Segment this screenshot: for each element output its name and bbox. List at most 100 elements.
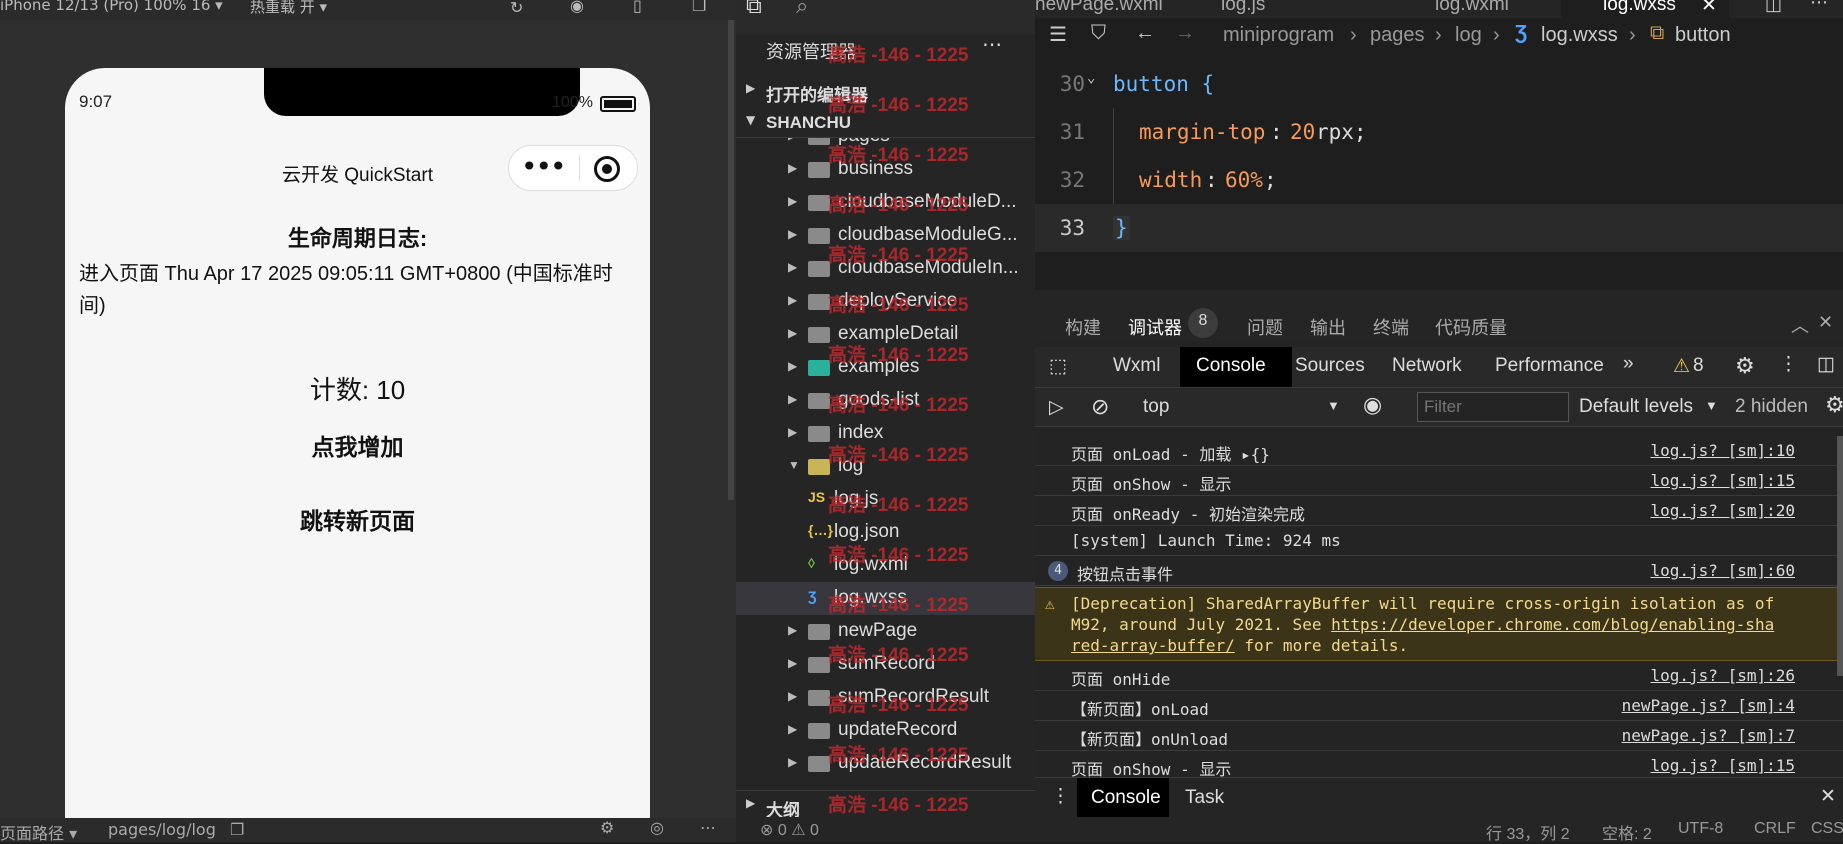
clear-console-icon[interactable]: ⊘ (1091, 394, 1109, 420)
page-path-label[interactable]: 页面路径 ▾ (0, 820, 77, 844)
close-miniprogram-icon[interactable] (594, 156, 620, 182)
log-levels-select[interactable]: Default levels ▼ (1575, 392, 1725, 422)
settings-icon[interactable]: ⚙ (600, 818, 614, 837)
more-icon[interactable]: ⋯ (1810, 0, 1828, 13)
tab-log-js[interactable]: log.js (1221, 0, 1265, 16)
more-icon[interactable]: ••• (521, 150, 567, 183)
sidebar-toggle-icon[interactable]: ▷ (1049, 396, 1064, 419)
refresh-icon[interactable]: ↻ (510, 0, 523, 17)
capsule-menu[interactable]: ••• (508, 145, 638, 191)
tree-folder-item[interactable]: ▶ business (736, 153, 1035, 186)
tree-folder-item[interactable]: ▶ deployService (736, 285, 1035, 318)
inspect-icon[interactable]: ⬚ (1049, 355, 1067, 378)
warning-count[interactable]: 8 (1693, 355, 1704, 377)
project-section[interactable]: ▼ SHANCHU (736, 108, 1035, 138)
more-icon[interactable]: ⋯ (700, 818, 716, 837)
outline-section[interactable]: ▶ 大纲 (736, 790, 1035, 820)
tab-code-quality[interactable]: 代码质量 (1435, 314, 1507, 340)
tree-file-item[interactable]: ◊ log.wxml (736, 549, 1035, 582)
tree-folder-item[interactable]: ▶ cloudbaseModuleIn... (736, 252, 1035, 285)
back-arrow-icon[interactable]: ← (1135, 22, 1155, 45)
copy-path-icon[interactable]: ❐ (230, 820, 244, 839)
hot-reload-select[interactable]: 热重载 开 ▾ (250, 0, 327, 17)
log-source-link[interactable]: log.js? [sm]:15 (1651, 471, 1796, 490)
problems-count[interactable]: ⊗ 0 ⚠ 0 (760, 820, 819, 840)
breadcrumb-item[interactable]: log (1455, 24, 1482, 47)
tree-folder-item[interactable]: ▶ goods-list (736, 384, 1035, 417)
tab-newpage-wxml[interactable]: newPage.wxml (1035, 0, 1163, 16)
log-message[interactable]: 页面 onLoad - 加载 ▸{} (1071, 441, 1270, 465)
tree-folder-item[interactable]: ▶ examples (736, 351, 1035, 384)
log-source-link[interactable]: newPage.js? [sm]:7 (1622, 726, 1795, 745)
more-tabs-icon[interactable]: » (1623, 353, 1634, 375)
gear-icon[interactable]: ⚙ (1735, 353, 1755, 379)
split-editor-icon[interactable]: ◫ (1765, 0, 1782, 15)
tree-folder-item[interactable]: ▶ cloudbaseModuleG... (736, 219, 1035, 252)
chevron-up-icon[interactable]: ︿ (1791, 312, 1809, 338)
breadcrumb-item[interactable]: pages (1370, 24, 1425, 47)
explorer-more-icon[interactable]: ⋯ (982, 32, 1002, 56)
device-select[interactable]: iPhone 12/13 (Pro) 100% 16 ▾ (0, 0, 223, 14)
indentation[interactable]: 空格: 2 (1602, 820, 1652, 844)
tree-folder-item[interactable]: ▶ sumRecord (736, 648, 1035, 681)
gear-icon[interactable]: ⚙ (1825, 392, 1843, 418)
breadcrumb-item[interactable]: miniprogram (1223, 24, 1334, 47)
encoding[interactable]: UTF-8 (1678, 820, 1723, 838)
tree-folder-item[interactable]: ▼ log (736, 450, 1035, 483)
tab-log-wxss[interactable]: log.wxss ✕ (1561, 0, 1729, 18)
eye-icon[interactable]: ◉ (1363, 392, 1382, 418)
tab-debugger[interactable]: 调试器 (1128, 314, 1182, 340)
open-editors-section[interactable]: ▶ 打开的编辑器 (736, 78, 1035, 108)
log-source-link[interactable]: newPage.js? [sm]:4 (1622, 696, 1795, 715)
drawer-menu-icon[interactable]: ⋮ (1051, 785, 1070, 808)
tab-console[interactable]: Console (1180, 347, 1292, 387)
tree-folder-item[interactable]: ▶ sumRecordResult (736, 681, 1035, 714)
tab-network[interactable]: Network (1392, 355, 1462, 377)
tab-terminal[interactable]: 终端 (1373, 314, 1409, 340)
cursor-position[interactable]: 行 33，列 2 (1486, 820, 1570, 844)
kebab-menu-icon[interactable]: ⋮ (1779, 353, 1798, 376)
tab-performance[interactable]: Performance (1495, 355, 1604, 377)
log-source-link[interactable]: log.js? [sm]:26 (1651, 666, 1796, 685)
drawer-tab-console[interactable]: Console (1077, 778, 1169, 818)
tree-folder-item[interactable]: ▶ cloudbaseModuleD... (736, 186, 1035, 219)
warning-link[interactable]: red-array-buffer/ (1071, 636, 1235, 655)
tree-folder-item[interactable]: ▶ exampleDetail (736, 318, 1035, 351)
tree-file-item[interactable]: {…} log.json (736, 516, 1035, 549)
forward-arrow-icon[interactable]: → (1175, 22, 1195, 45)
tree-folder-item[interactable]: ▶ pages (736, 138, 1035, 153)
tree-file-item[interactable]: Ʒlog.wxss (736, 582, 1035, 615)
close-icon[interactable]: ✕ (1701, 0, 1717, 16)
tab-output[interactable]: 输出 (1310, 314, 1346, 340)
tree-file-item[interactable]: JS log.js (736, 483, 1035, 516)
drawer-tab-task[interactable]: Task (1185, 787, 1224, 809)
close-icon[interactable]: ✕ (1820, 785, 1836, 808)
phone-icon[interactable]: ▯ (633, 0, 642, 15)
navigate-button[interactable]: 跳转新页面 (65, 502, 650, 536)
tab-wxml[interactable]: Wxml (1113, 355, 1160, 377)
warning-link[interactable]: https://developer.chrome.com/blog/enabli… (1331, 615, 1774, 634)
bookmark-icon[interactable]: ⛉ (1091, 22, 1106, 45)
increase-button[interactable]: 点我增加 (65, 428, 650, 462)
fold-chevron-icon[interactable]: ⌄ (1087, 70, 1095, 86)
log-source-link[interactable]: log.js? [sm]:15 (1651, 756, 1796, 775)
dock-icon[interactable]: ◫ (1817, 353, 1835, 376)
context-select[interactable]: top ▼ (1135, 392, 1345, 422)
search-icon[interactable]: ⌕ (796, 0, 808, 19)
tab-log-wxml[interactable]: log.wxml (1435, 0, 1509, 16)
line-ending[interactable]: CRLF (1754, 820, 1796, 838)
tab-problems[interactable]: 问题 (1247, 314, 1283, 340)
filter-input[interactable] (1417, 392, 1569, 422)
copy-icon[interactable]: ❐ (692, 0, 706, 15)
log-source-link[interactable]: log.js? [sm]:10 (1651, 441, 1796, 460)
language-mode[interactable]: CSS (1811, 820, 1843, 838)
list-icon[interactable]: ☰ (1049, 22, 1067, 47)
simulator-scrollbar[interactable] (728, 20, 734, 500)
tab-build[interactable]: 构建 (1065, 314, 1101, 340)
tree-folder-item[interactable]: ▶ updateRecord (736, 714, 1035, 747)
tree-folder-item[interactable]: ▶ updateRecordResult (736, 747, 1035, 778)
breadcrumb-item[interactable]: log.wxss (1541, 24, 1618, 47)
preview-eye-icon[interactable]: ◎ (650, 818, 664, 837)
tab-sources[interactable]: Sources (1295, 355, 1365, 377)
close-icon[interactable]: ✕ (1818, 312, 1833, 333)
